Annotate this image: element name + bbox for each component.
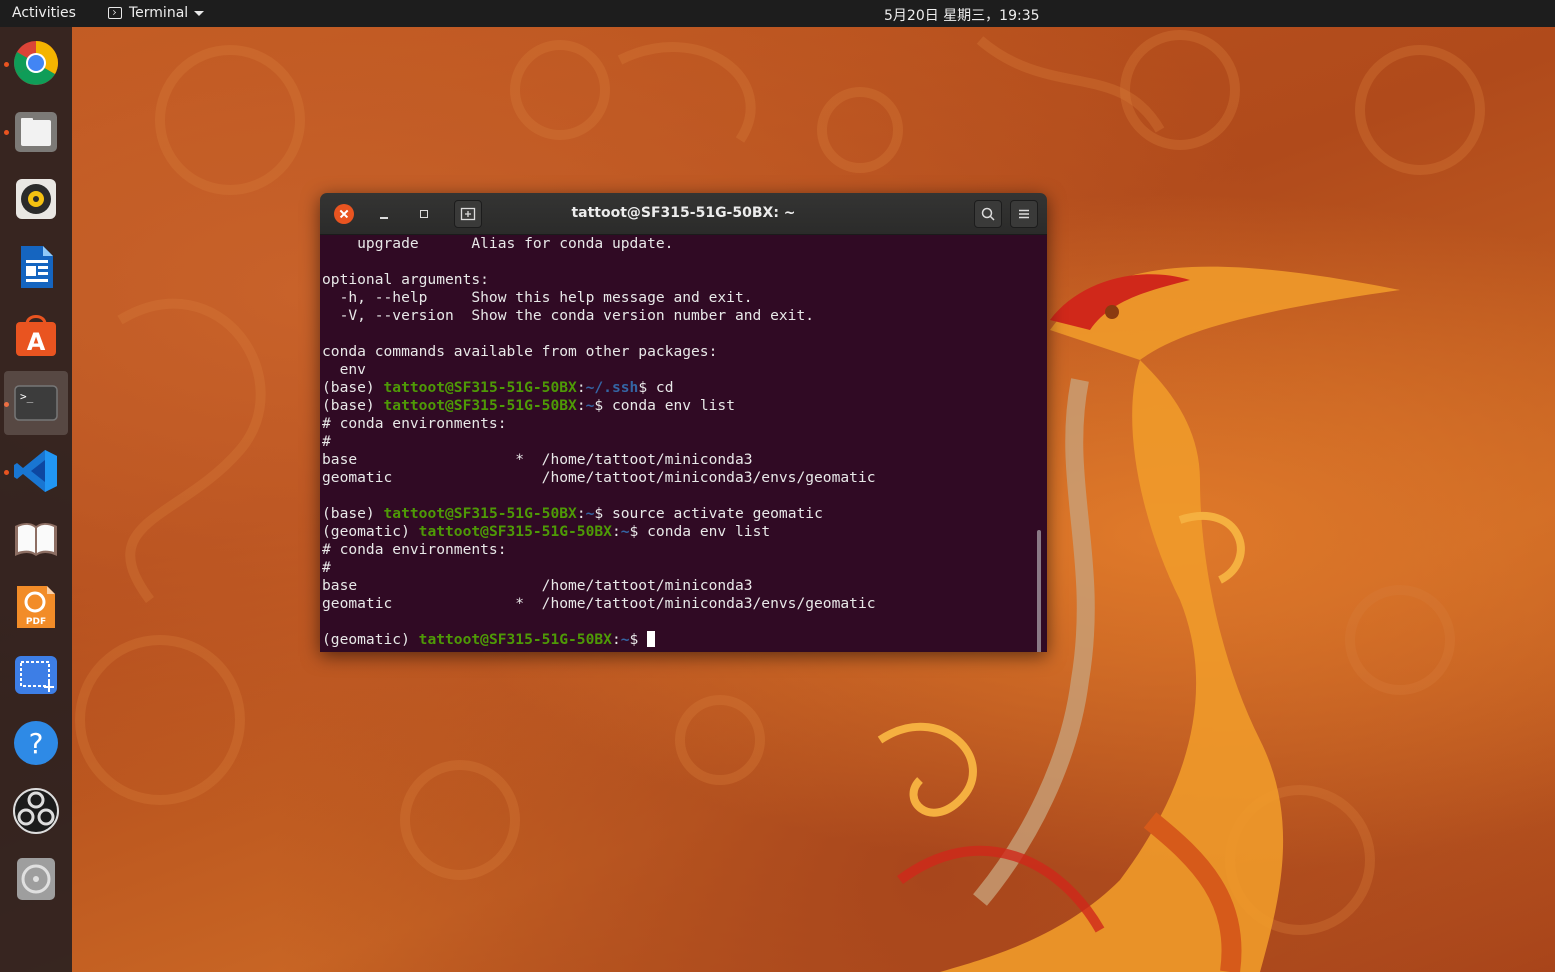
command-text: cd (647, 379, 674, 396)
dock-item-foxit-pdf[interactable]: PDF (4, 575, 68, 639)
prompt-env: (geomatic) (322, 523, 419, 540)
hamburger-icon (1019, 209, 1029, 219)
chevron-down-icon (194, 10, 205, 16)
command-text: source activate geomatic (603, 505, 823, 522)
clock[interactable]: 5月20日 星期三，19:35 (884, 5, 1040, 25)
shopping-bag-icon: A (16, 315, 56, 356)
app-menu-terminal[interactable]: Terminal (108, 5, 205, 21)
search-icon (981, 207, 995, 221)
dock-item-terminal[interactable]: >_ (4, 371, 68, 435)
output-line: -V, --version Show the conda version num… (322, 307, 815, 324)
terminal-titlebar[interactable]: tattoot@SF315-51G-50BX: ~ (320, 193, 1047, 235)
dock-item-vscode[interactable] (4, 439, 68, 503)
output-line: # (322, 433, 331, 450)
dock: A >_ PDF ? (0, 27, 72, 972)
book-icon (15, 523, 57, 556)
prompt-path: ~ (620, 523, 630, 540)
speaker-icon (16, 179, 56, 219)
pdf-icon: PDF (17, 586, 55, 628)
output-line: upgrade Alias for conda update. (322, 235, 674, 252)
prompt-env: (geomatic) (322, 631, 419, 648)
terminal-output: upgrade Alias for conda update. optional… (322, 235, 876, 649)
dock-item-obs[interactable] (4, 779, 68, 843)
prompt-line: (base) tattoot@SF315-51G-50BX:~$ conda e… (322, 397, 876, 415)
prompt-user: tattoot@SF315-51G-50BX (383, 505, 577, 522)
prompt-line: (geomatic) tattoot@SF315-51G-50BX:~$ (322, 631, 876, 649)
output-line: conda commands available from other pack… (322, 343, 718, 360)
search-button[interactable] (974, 200, 1002, 228)
activities-button[interactable]: Activities (12, 5, 76, 21)
disc-icon (17, 858, 55, 900)
terminal-window: tattoot@SF315-51G-50BX: ~ upgrade Alias … (320, 193, 1047, 652)
prompt-separator: : (611, 523, 621, 540)
prompt-separator: : (576, 379, 586, 396)
prompt-user: tattoot@SF315-51G-50BX (383, 397, 577, 414)
text-cursor (647, 631, 656, 647)
output-line: geomatic /home/tattoot/miniconda3/envs/g… (322, 469, 876, 486)
prompt-path: ~ (620, 631, 630, 648)
top-bar: Activities Terminal 5月20日 星期三，19:35 (0, 0, 1555, 27)
prompt-user: tattoot@SF315-51G-50BX (418, 523, 612, 540)
command-text: conda env list (638, 523, 771, 540)
svg-text:?: ? (29, 727, 44, 760)
prompt-user: tattoot@SF315-51G-50BX (418, 631, 612, 648)
prompt-symbol: $ (594, 397, 604, 414)
terminal-icon (108, 7, 122, 19)
screenshot-icon (15, 656, 57, 694)
terminal-output-area[interactable]: upgrade Alias for conda update. optional… (320, 235, 1047, 652)
output-line: geomatic * /home/tattoot/miniconda3/envs… (322, 595, 876, 612)
output-line: # conda environments: (322, 415, 507, 432)
dock-item-dictionary[interactable] (4, 507, 68, 571)
command-text (638, 631, 647, 648)
prompt-path: ~/.ssh (585, 379, 639, 396)
prompt-line: (base) tattoot@SF315-51G-50BX:~$ source … (322, 505, 876, 523)
dock-item-writer[interactable] (4, 235, 68, 299)
output-line: -h, --help Show this help message and ex… (322, 289, 753, 306)
prompt-user: tattoot@SF315-51G-50BX (383, 379, 577, 396)
prompt-symbol: $ (638, 379, 648, 396)
window-title: tattoot@SF315-51G-50BX: ~ (571, 205, 796, 221)
output-line: env (322, 361, 366, 378)
command-text: conda env list (603, 397, 735, 414)
prompt-env: (base) (322, 379, 384, 396)
prompt-env: (base) (322, 505, 384, 522)
dock-item-software[interactable]: A (4, 303, 68, 367)
prompt-separator: : (576, 397, 586, 414)
prompt-line: (geomatic) tattoot@SF315-51G-50BX:~$ con… (322, 523, 876, 541)
vscode-icon (14, 450, 57, 492)
prompt-symbol: $ (594, 505, 604, 522)
output-line: base * /home/tattoot/miniconda3 (322, 451, 753, 468)
output-line: # conda environments: (322, 541, 507, 558)
dock-item-chrome[interactable] (4, 31, 68, 95)
svg-text:A: A (27, 328, 46, 356)
dock-item-disc[interactable] (4, 847, 68, 911)
folder-icon (15, 112, 57, 152)
prompt-line: (base) tattoot@SF315-51G-50BX:~/.ssh$ cd (322, 379, 876, 397)
app-menu-label: Terminal (129, 5, 189, 21)
output-line: base /home/tattoot/miniconda3 (322, 577, 753, 594)
prompt-separator: : (576, 505, 586, 522)
prompt-env: (base) (322, 397, 384, 414)
help-icon: ? (14, 721, 58, 765)
prompt-separator: : (611, 631, 621, 648)
dock-item-help[interactable]: ? (4, 711, 68, 775)
output-line: optional arguments: (322, 271, 489, 288)
dock-item-rhythmbox[interactable] (4, 167, 68, 231)
svg-text:>_: >_ (20, 390, 34, 403)
svg-text:PDF: PDF (26, 617, 46, 627)
obs-icon (13, 788, 59, 834)
hamburger-menu-button[interactable] (1010, 200, 1038, 228)
terminal-icon: >_ (14, 385, 58, 421)
output-line: # (322, 559, 331, 576)
document-icon (21, 246, 53, 288)
dock-item-screenshot[interactable] (4, 643, 68, 707)
dock-item-files[interactable] (4, 99, 68, 163)
scrollbar-thumb[interactable] (1037, 530, 1041, 652)
chrome-icon (14, 41, 58, 85)
